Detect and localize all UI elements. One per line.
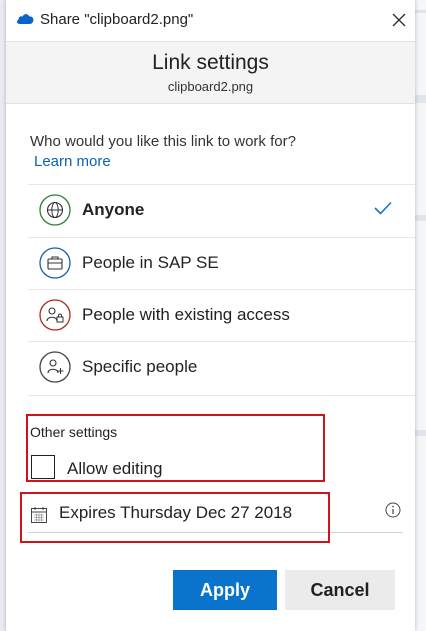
share-dialog: Share "clipboard2.png" Link settings cli… <box>6 0 415 631</box>
option-label: Anyone <box>82 200 145 219</box>
window-title: Share "clipboard2.png" <box>40 11 194 28</box>
divider <box>28 395 415 396</box>
annotation-highlight-box <box>20 492 330 543</box>
option-specific-people[interactable]: Specific people <box>28 341 415 393</box>
learn-more-link[interactable]: Learn more <box>34 153 111 170</box>
option-label: People with existing access <box>82 305 290 324</box>
option-anyone[interactable]: Anyone <box>28 184 415 236</box>
cancel-button[interactable]: Cancel <box>285 570 395 610</box>
background-app-edge <box>415 0 426 631</box>
info-icon[interactable] <box>385 502 401 518</box>
option-people-in-org[interactable]: People in SAP SE <box>28 237 415 289</box>
people-add-icon <box>39 351 71 383</box>
apply-button[interactable]: Apply <box>173 570 277 610</box>
onedrive-cloud-icon <box>16 14 34 24</box>
page-title: Link settings <box>152 51 269 74</box>
file-name: clipboard2.png <box>167 79 254 94</box>
background-bar <box>415 215 426 221</box>
option-existing-access[interactable]: People with existing access <box>28 289 415 341</box>
background-bar <box>415 10 426 13</box>
audience-question: Who would you like this link to work for… <box>30 133 296 150</box>
checkmark-icon <box>374 201 392 215</box>
window-titlebar: Share "clipboard2.png" <box>6 0 415 42</box>
option-label: Specific people <box>82 357 198 376</box>
background-bar <box>415 95 426 103</box>
briefcase-icon <box>39 247 71 279</box>
close-icon[interactable] <box>387 8 411 32</box>
annotation-highlight-box <box>26 414 325 482</box>
people-lock-icon <box>39 299 71 331</box>
dialog-header: Link settings clipboard2.png <box>6 42 415 104</box>
option-label: People in SAP SE <box>82 253 219 272</box>
globe-icon <box>39 194 71 226</box>
background-bar <box>415 430 426 436</box>
